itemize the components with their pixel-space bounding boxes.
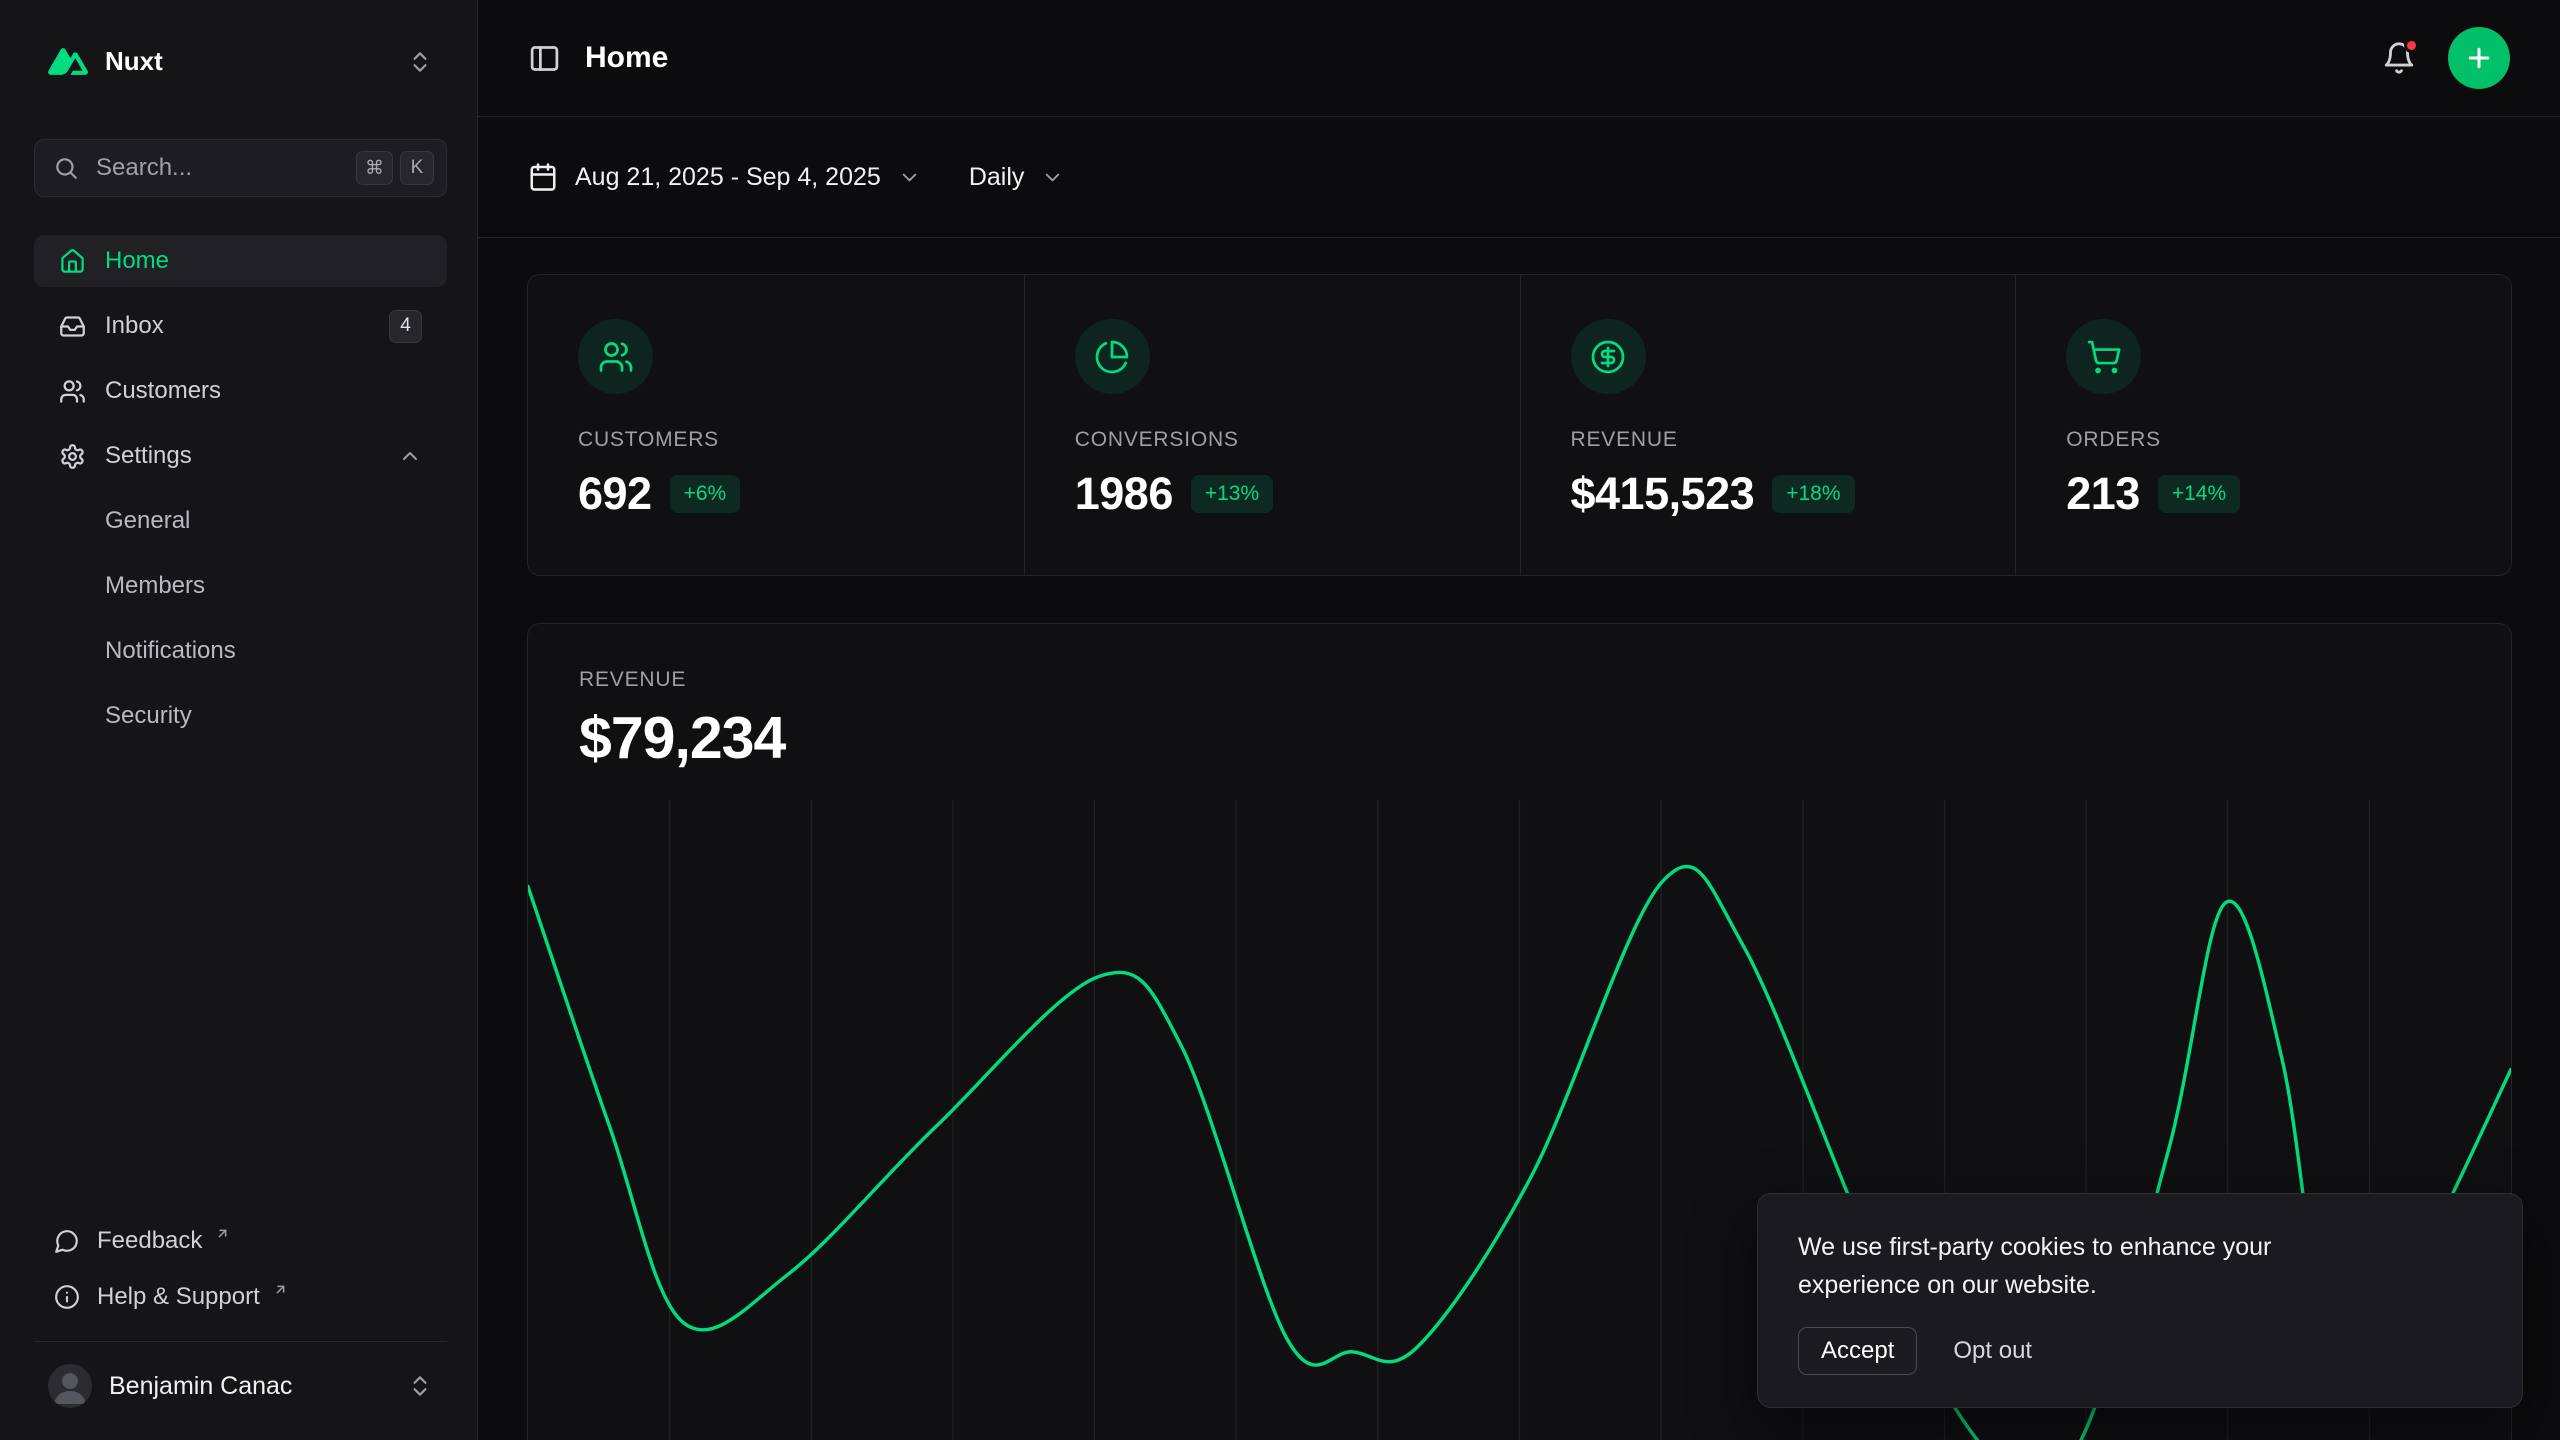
stat-value: 213 (2066, 468, 2140, 520)
chevron-up-icon (398, 444, 422, 468)
stat-conversions: CONVERSIONS 1986 +13% (1024, 275, 1520, 575)
stat-label: REVENUE (1571, 428, 1966, 452)
sidebar-subitem-members[interactable]: Members (34, 560, 447, 612)
users-icon (578, 319, 653, 394)
cookie-accept-button[interactable]: Accept (1798, 1327, 1917, 1375)
date-range-label: Aug 21, 2025 - Sep 4, 2025 (575, 163, 881, 192)
stat-delta-badge: +6% (670, 475, 741, 513)
stat-delta-badge: +13% (1191, 475, 1273, 513)
inbox-count-badge: 4 (389, 310, 422, 343)
footer-link-label: Feedback (97, 1227, 202, 1255)
sidebar-subitem-label: Security (105, 702, 192, 730)
sidebar-item-customers[interactable]: Customers (34, 365, 447, 417)
revenue-chart-label: REVENUE (579, 668, 2460, 692)
search-shortcut: ⌘ K (356, 151, 434, 185)
sidebar-item-label: Inbox (105, 312, 164, 340)
calendar-icon (528, 162, 558, 192)
kbd-meta: ⌘ (356, 151, 393, 185)
chevron-down-icon (898, 166, 921, 189)
chevrons-up-down-icon (407, 49, 433, 75)
stat-value: 1986 (1075, 468, 1173, 520)
stat-delta-badge: +14% (2158, 475, 2240, 513)
cookie-consent-toast: We use first-party cookies to enhance yo… (1757, 1193, 2523, 1409)
notification-dot (2404, 38, 2419, 53)
stat-value: $415,523 (1571, 468, 1755, 520)
stat-label: CONVERSIONS (1075, 428, 1470, 452)
team-name: Nuxt (105, 46, 163, 77)
info-circle-icon (54, 1284, 80, 1310)
sidebar-toggle-button[interactable] (528, 42, 561, 75)
sidebar-subitem-security[interactable]: Security (34, 690, 447, 742)
sidebar-subitem-label: Notifications (105, 637, 236, 665)
sidebar-item-label: Home (105, 247, 169, 275)
avatar (48, 1364, 92, 1408)
stat-orders: ORDERS 213 +14% (2015, 275, 2511, 575)
sidebar-item-settings[interactable]: Settings (34, 430, 447, 482)
inbox-icon (59, 313, 86, 340)
circle-dollar-icon (1571, 319, 1646, 394)
sidebar-subitem-general[interactable]: General (34, 495, 447, 547)
sidebar-subitem-notifications[interactable]: Notifications (34, 625, 447, 677)
external-link-icon (273, 1282, 288, 1297)
panel-left-icon (528, 42, 561, 75)
sidebar-subitem-label: Members (105, 572, 205, 600)
cookie-message: We use first-party cookies to enhance yo… (1798, 1228, 2378, 1306)
search-placeholder: Search... (96, 154, 192, 182)
footer-link-label: Help & Support (97, 1283, 260, 1311)
stat-revenue: REVENUE $415,523 +18% (1520, 275, 2016, 575)
nuxt-logo-icon (48, 48, 88, 75)
plus-icon (2464, 43, 2494, 73)
team-switcher[interactable]: Nuxt (34, 26, 447, 97)
help-support-link[interactable]: Help & Support (34, 1269, 447, 1325)
user-menu[interactable]: Benjamin Canac (34, 1341, 447, 1414)
stat-label: ORDERS (2066, 428, 2461, 452)
users-icon (59, 378, 86, 405)
sidebar-item-label: Settings (105, 442, 192, 470)
revenue-chart-value: $79,234 (579, 704, 2460, 772)
sidebar: Nuxt Search... ⌘ K Home Inbox 4 (0, 0, 478, 1440)
stat-customers: CUSTOMERS 692 +6% (528, 275, 1024, 575)
add-button[interactable] (2448, 27, 2510, 89)
sidebar-item-home[interactable]: Home (34, 235, 447, 287)
shopping-cart-icon (2066, 319, 2141, 394)
sidebar-spacer (34, 755, 447, 1213)
kbd-k: K (400, 151, 434, 185)
chevrons-up-down-icon (407, 1373, 433, 1399)
page-header: Home (478, 0, 2560, 117)
filter-bar: Aug 21, 2025 - Sep 4, 2025 Daily (478, 117, 2560, 238)
search-input[interactable]: Search... ⌘ K (34, 139, 447, 197)
cookie-optout-button[interactable]: Opt out (1953, 1337, 2032, 1365)
granularity-select[interactable]: Daily (969, 163, 1065, 192)
sidebar-item-label: Customers (105, 377, 221, 405)
sidebar-nav: Home Inbox 4 Customers Settings Ge (34, 235, 447, 755)
pie-chart-icon (1075, 319, 1150, 394)
stat-label: CUSTOMERS (578, 428, 974, 452)
home-icon (59, 248, 86, 275)
search-icon (53, 155, 79, 181)
gear-icon (59, 443, 86, 470)
message-bubble-icon (54, 1228, 80, 1254)
page-title: Home (585, 41, 668, 75)
notifications-button[interactable] (2382, 41, 2416, 75)
sidebar-item-inbox[interactable]: Inbox 4 (34, 300, 447, 352)
sidebar-subitem-label: General (105, 507, 190, 535)
header-actions (2382, 27, 2510, 89)
user-name: Benjamin Canac (109, 1372, 292, 1401)
granularity-label: Daily (969, 163, 1025, 192)
stat-delta-badge: +18% (1772, 475, 1854, 513)
stat-value: 692 (578, 468, 652, 520)
feedback-link[interactable]: Feedback (34, 1213, 447, 1269)
external-link-icon (215, 1226, 230, 1241)
chevron-down-icon (1041, 166, 1064, 189)
date-range-picker[interactable]: Aug 21, 2025 - Sep 4, 2025 (528, 162, 921, 192)
stats-overview: CUSTOMERS 692 +6% CONVERSIONS 1986 +13% (527, 274, 2512, 576)
